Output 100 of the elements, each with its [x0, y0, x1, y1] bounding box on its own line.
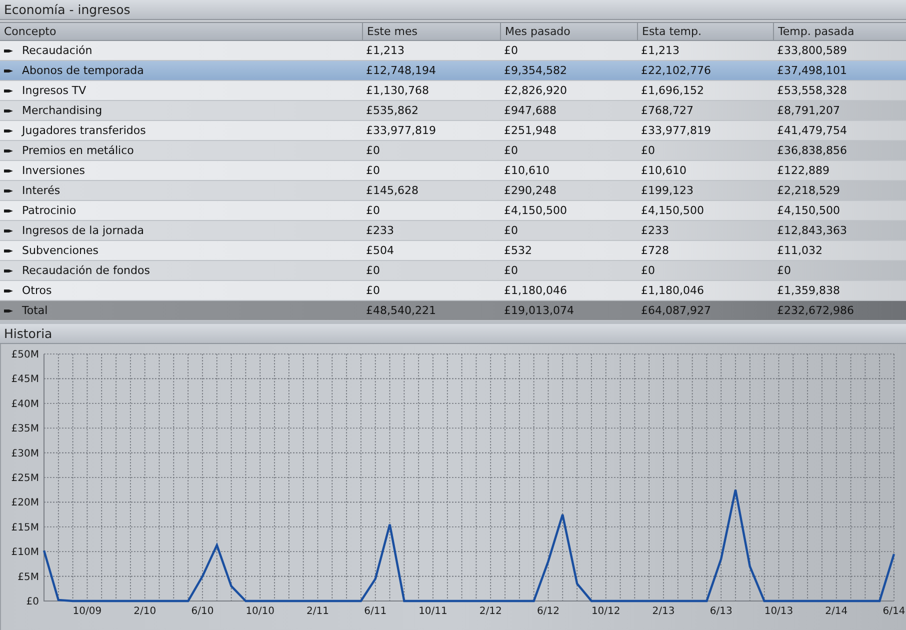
- table-cell: £728: [641, 244, 669, 257]
- axis-label: 10/09: [72, 606, 102, 617]
- table-row[interactable]: Ingresos de la jornada £233 £0 £233 £12,843,363: [0, 221, 906, 241]
- table-cell: £64,087,927: [641, 304, 711, 317]
- table-cell: £1,359,838: [777, 284, 840, 297]
- table-cell: £10,610: [504, 164, 550, 177]
- table-cell: £36,838,856: [777, 144, 847, 157]
- axis-label: 6/13: [710, 606, 732, 617]
- axis-label: £30M: [11, 448, 39, 460]
- axis-label: 10/11: [418, 606, 448, 617]
- axis-label: £20M: [11, 498, 39, 509]
- table-cell: £9,354,582: [504, 64, 567, 77]
- arrow-icon[interactable]: [4, 308, 13, 314]
- table-row[interactable]: Merchandising £535,862 £947,688 £768,727 £8,791,207: [0, 101, 906, 121]
- arrow-icon[interactable]: [4, 248, 13, 254]
- axis-label: 2/13: [652, 606, 675, 617]
- arrow-icon[interactable]: [4, 68, 13, 74]
- arrow-icon[interactable]: [4, 88, 13, 94]
- table-cell: £947,688: [504, 104, 556, 117]
- table-row[interactable]: Ingresos TV £1,130,768 £2,826,920 £1,696,152 £53,558,328: [0, 81, 906, 101]
- table-cell: £0: [504, 44, 518, 57]
- axis-label: 6/12: [537, 606, 560, 617]
- table-row[interactable]: Recaudación £1,213 £0 £1,213 £33,800,589: [0, 41, 906, 61]
- arrow-icon[interactable]: [4, 48, 13, 54]
- table-cell: Inversiones: [22, 164, 86, 177]
- arrow-icon[interactable]: [4, 268, 13, 274]
- panel-title: Economía - ingresos: [3, 1, 132, 19]
- table-cell: £0: [777, 264, 791, 277]
- table-cell: £0: [504, 144, 518, 157]
- axis-label: £40M: [11, 398, 39, 410]
- arrow-icon[interactable]: [4, 188, 13, 194]
- table-cell: £12,843,363: [777, 224, 847, 237]
- table-cell: Ingresos de la jornada: [22, 224, 144, 237]
- table-cell: £41,479,754: [777, 124, 847, 137]
- arrow-icon[interactable]: [4, 108, 13, 114]
- table-cell: £0: [366, 144, 380, 157]
- axis-label: 6/11: [364, 606, 387, 617]
- arrow-icon[interactable]: [4, 288, 13, 294]
- axis-label: £10M: [11, 547, 39, 558]
- table-cell: Interés: [22, 184, 60, 197]
- table-cell: Patrocinio: [22, 204, 76, 217]
- table-cell: Abonos de temporada: [22, 64, 144, 77]
- axis-label: 10/13: [764, 606, 794, 617]
- table-cell: Subvenciones: [22, 244, 98, 257]
- table-cell: £122,889: [777, 164, 830, 177]
- table-cell: £0: [504, 264, 518, 277]
- table-cell: £0: [641, 144, 655, 157]
- table-cell: £4,150,500: [777, 204, 840, 217]
- table-cell: £10,610: [641, 164, 686, 177]
- table-row[interactable]: Jugadores transferidos £33,977,819 £251,948 £33,977,819 £41,479,754: [0, 121, 906, 141]
- table-row[interactable]: Otros £0 £1,180,046 £1,180,046 £1,359,838: [0, 281, 906, 301]
- table-cell: £2,826,920: [504, 84, 567, 97]
- total-row[interactable]: Total £48,540,221 £19,013,074 £64,087,927 £232,672,986: [0, 301, 906, 321]
- axis-label: 10/12: [591, 606, 620, 617]
- column-header[interactable]: Concepto: [0, 23, 362, 41]
- table-cell: £0: [366, 264, 380, 277]
- table-cell: Otros: [22, 284, 52, 297]
- table-cell: £1,213: [641, 44, 680, 57]
- arrow-icon[interactable]: [4, 228, 13, 234]
- table-cell: £290,248: [504, 184, 556, 197]
- table-row[interactable]: Subvenciones £504 £532 £728 £11,032: [0, 241, 906, 261]
- table-row[interactable]: Interés £145,628 £290,248 £199,123 £2,218,529: [0, 181, 906, 201]
- table-cell: £48,540,221: [366, 304, 436, 317]
- axis-label: 10/10: [246, 606, 275, 617]
- table-cell: Recaudación: [22, 44, 92, 57]
- axis-label: £50M: [11, 350, 39, 360]
- table-row[interactable]: Patrocinio £0 £4,150,500 £4,150,500 £4,150,500: [0, 201, 906, 221]
- axis-label: 2/11: [306, 606, 329, 617]
- arrow-icon[interactable]: [4, 148, 13, 154]
- table-cell: £199,123: [641, 184, 694, 197]
- table-cell: £1,696,152: [641, 84, 704, 97]
- table-row[interactable]: Recaudación de fondos £0 £0 £0 £0: [0, 261, 906, 281]
- arrow-icon[interactable]: [4, 128, 13, 134]
- table-cell: £11,032: [777, 244, 822, 257]
- table-cell: £33,977,819: [366, 124, 436, 137]
- arrow-icon[interactable]: [4, 208, 13, 214]
- arrow-icon[interactable]: [4, 168, 13, 174]
- table-cell: £8,791,207: [777, 104, 840, 117]
- table-cell: £37,498,101: [777, 64, 847, 77]
- table-cell: Total: [22, 304, 48, 317]
- table-cell: £768,727: [641, 104, 694, 117]
- table-cell: Recaudación de fondos: [22, 264, 150, 277]
- table-row[interactable]: Abonos de temporada £12,748,194 £9,354,582 £22,102,776 £37,498,101: [0, 61, 906, 81]
- table-cell: £53,558,328: [777, 84, 847, 97]
- table-cell: £33,977,819: [641, 124, 711, 137]
- axis-label: 2/10: [134, 606, 156, 617]
- table-cell: £535,862: [366, 104, 418, 117]
- table-cell: £532: [504, 244, 532, 257]
- table-cell: £19,013,074: [504, 304, 574, 317]
- axis-label: 2/14: [825, 606, 848, 617]
- table-cell: £1,213: [366, 44, 404, 57]
- table-row[interactable]: Inversiones £0 £10,610 £10,610 £122,889: [0, 161, 906, 181]
- table-cell: £2,218,529: [777, 184, 840, 197]
- table-cell: £12,748,194: [366, 64, 436, 77]
- table-row[interactable]: Premios en metálico £0 £0 £0 £36,838,856: [0, 141, 906, 161]
- axis-label: 6/10: [191, 606, 214, 617]
- table-cell: £0: [641, 264, 655, 277]
- table-cell: £1,130,768: [366, 84, 429, 97]
- table-cell: £22,102,776: [641, 64, 711, 77]
- table-cell: £0: [504, 224, 518, 237]
